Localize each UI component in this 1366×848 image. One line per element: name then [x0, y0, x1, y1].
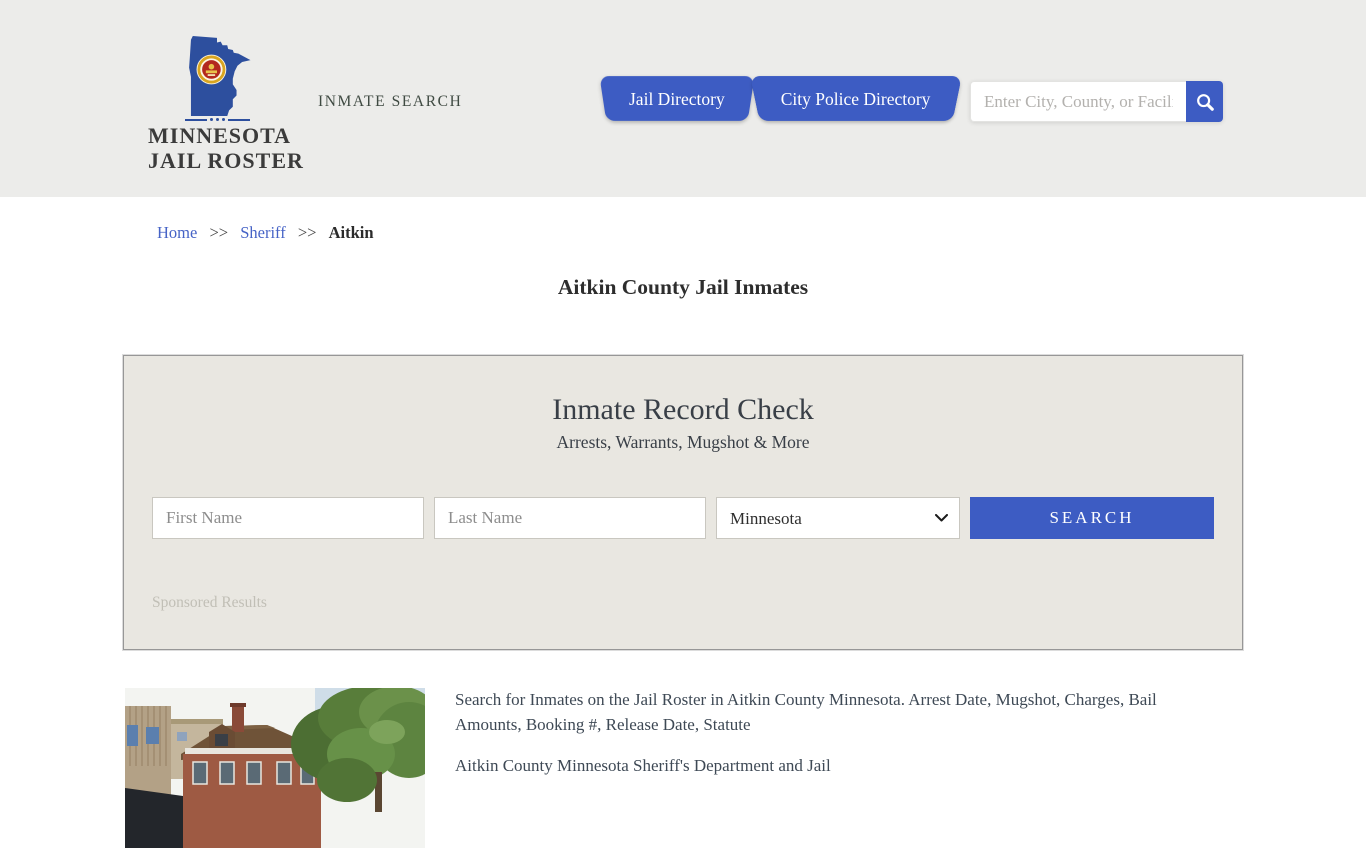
last-name-input[interactable] — [434, 497, 706, 539]
breadcrumb-separator: >> — [209, 223, 228, 242]
logo-divider — [148, 118, 286, 121]
directory-tabs: Jail Directory City Police Directory — [603, 77, 956, 122]
aitkin-county-jail-photo — [125, 688, 425, 848]
facility-search — [970, 81, 1223, 122]
tab-city-police-directory[interactable]: City Police Directory — [755, 77, 957, 122]
page: MINNESOTA JAIL ROSTER INMATE SEARCH Jail… — [0, 0, 1366, 768]
tab-city-police-directory-label: City Police Directory — [781, 89, 931, 110]
state-select-wrap: Minnesota — [716, 497, 960, 539]
breadcrumb-current-aitkin: Aitkin — [329, 223, 374, 242]
breadcrumb-separator: >> — [298, 223, 317, 242]
site-logo[interactable]: MINNESOTA JAIL ROSTER — [148, 36, 286, 173]
logo-text-line2: JAIL ROSTER — [148, 149, 286, 174]
minnesota-state-icon — [181, 36, 253, 116]
breadcrumb-home[interactable]: Home — [157, 223, 197, 242]
breadcrumb: Home >> Sheriff >> Aitkin — [157, 223, 1366, 243]
breadcrumb-sheriff[interactable]: Sheriff — [240, 223, 286, 242]
first-name-input[interactable] — [152, 497, 424, 539]
logo-text-line1: MINNESOTA — [148, 124, 286, 149]
inmate-search-heading: INMATE SEARCH — [318, 93, 462, 111]
tab-jail-directory-label: Jail Directory — [629, 89, 725, 110]
facility-search-button[interactable] — [1186, 81, 1223, 122]
record-check-form: Minnesota SEARCH — [152, 497, 1214, 539]
search-button[interactable]: SEARCH — [970, 497, 1214, 539]
county-sheriff-paragraph: Aitkin County Minnesota Sheriff's Depart… — [455, 754, 1215, 779]
county-info-section: Search for Inmates on the Jail Roster in… — [125, 688, 1241, 848]
record-check-subtitle: Arrests, Warrants, Mugshot & More — [124, 432, 1242, 453]
facility-search-input[interactable] — [970, 81, 1186, 122]
state-select[interactable]: Minnesota — [716, 497, 960, 539]
county-intro-paragraph: Search for Inmates on the Jail Roster in… — [455, 688, 1215, 737]
page-title: Aitkin County Jail Inmates — [0, 275, 1366, 300]
county-info-text: Search for Inmates on the Jail Roster in… — [455, 688, 1215, 848]
record-check-title: Inmate Record Check — [124, 393, 1242, 427]
sponsored-results-label: Sponsored Results — [152, 594, 1242, 612]
jail-building-illustration — [125, 688, 425, 848]
tab-jail-directory[interactable]: Jail Directory — [603, 77, 751, 122]
inmate-record-check-panel: Inmate Record Check Arrests, Warrants, M… — [123, 355, 1243, 650]
header: MINNESOTA JAIL ROSTER INMATE SEARCH Jail… — [0, 0, 1366, 197]
search-icon — [1195, 92, 1215, 112]
